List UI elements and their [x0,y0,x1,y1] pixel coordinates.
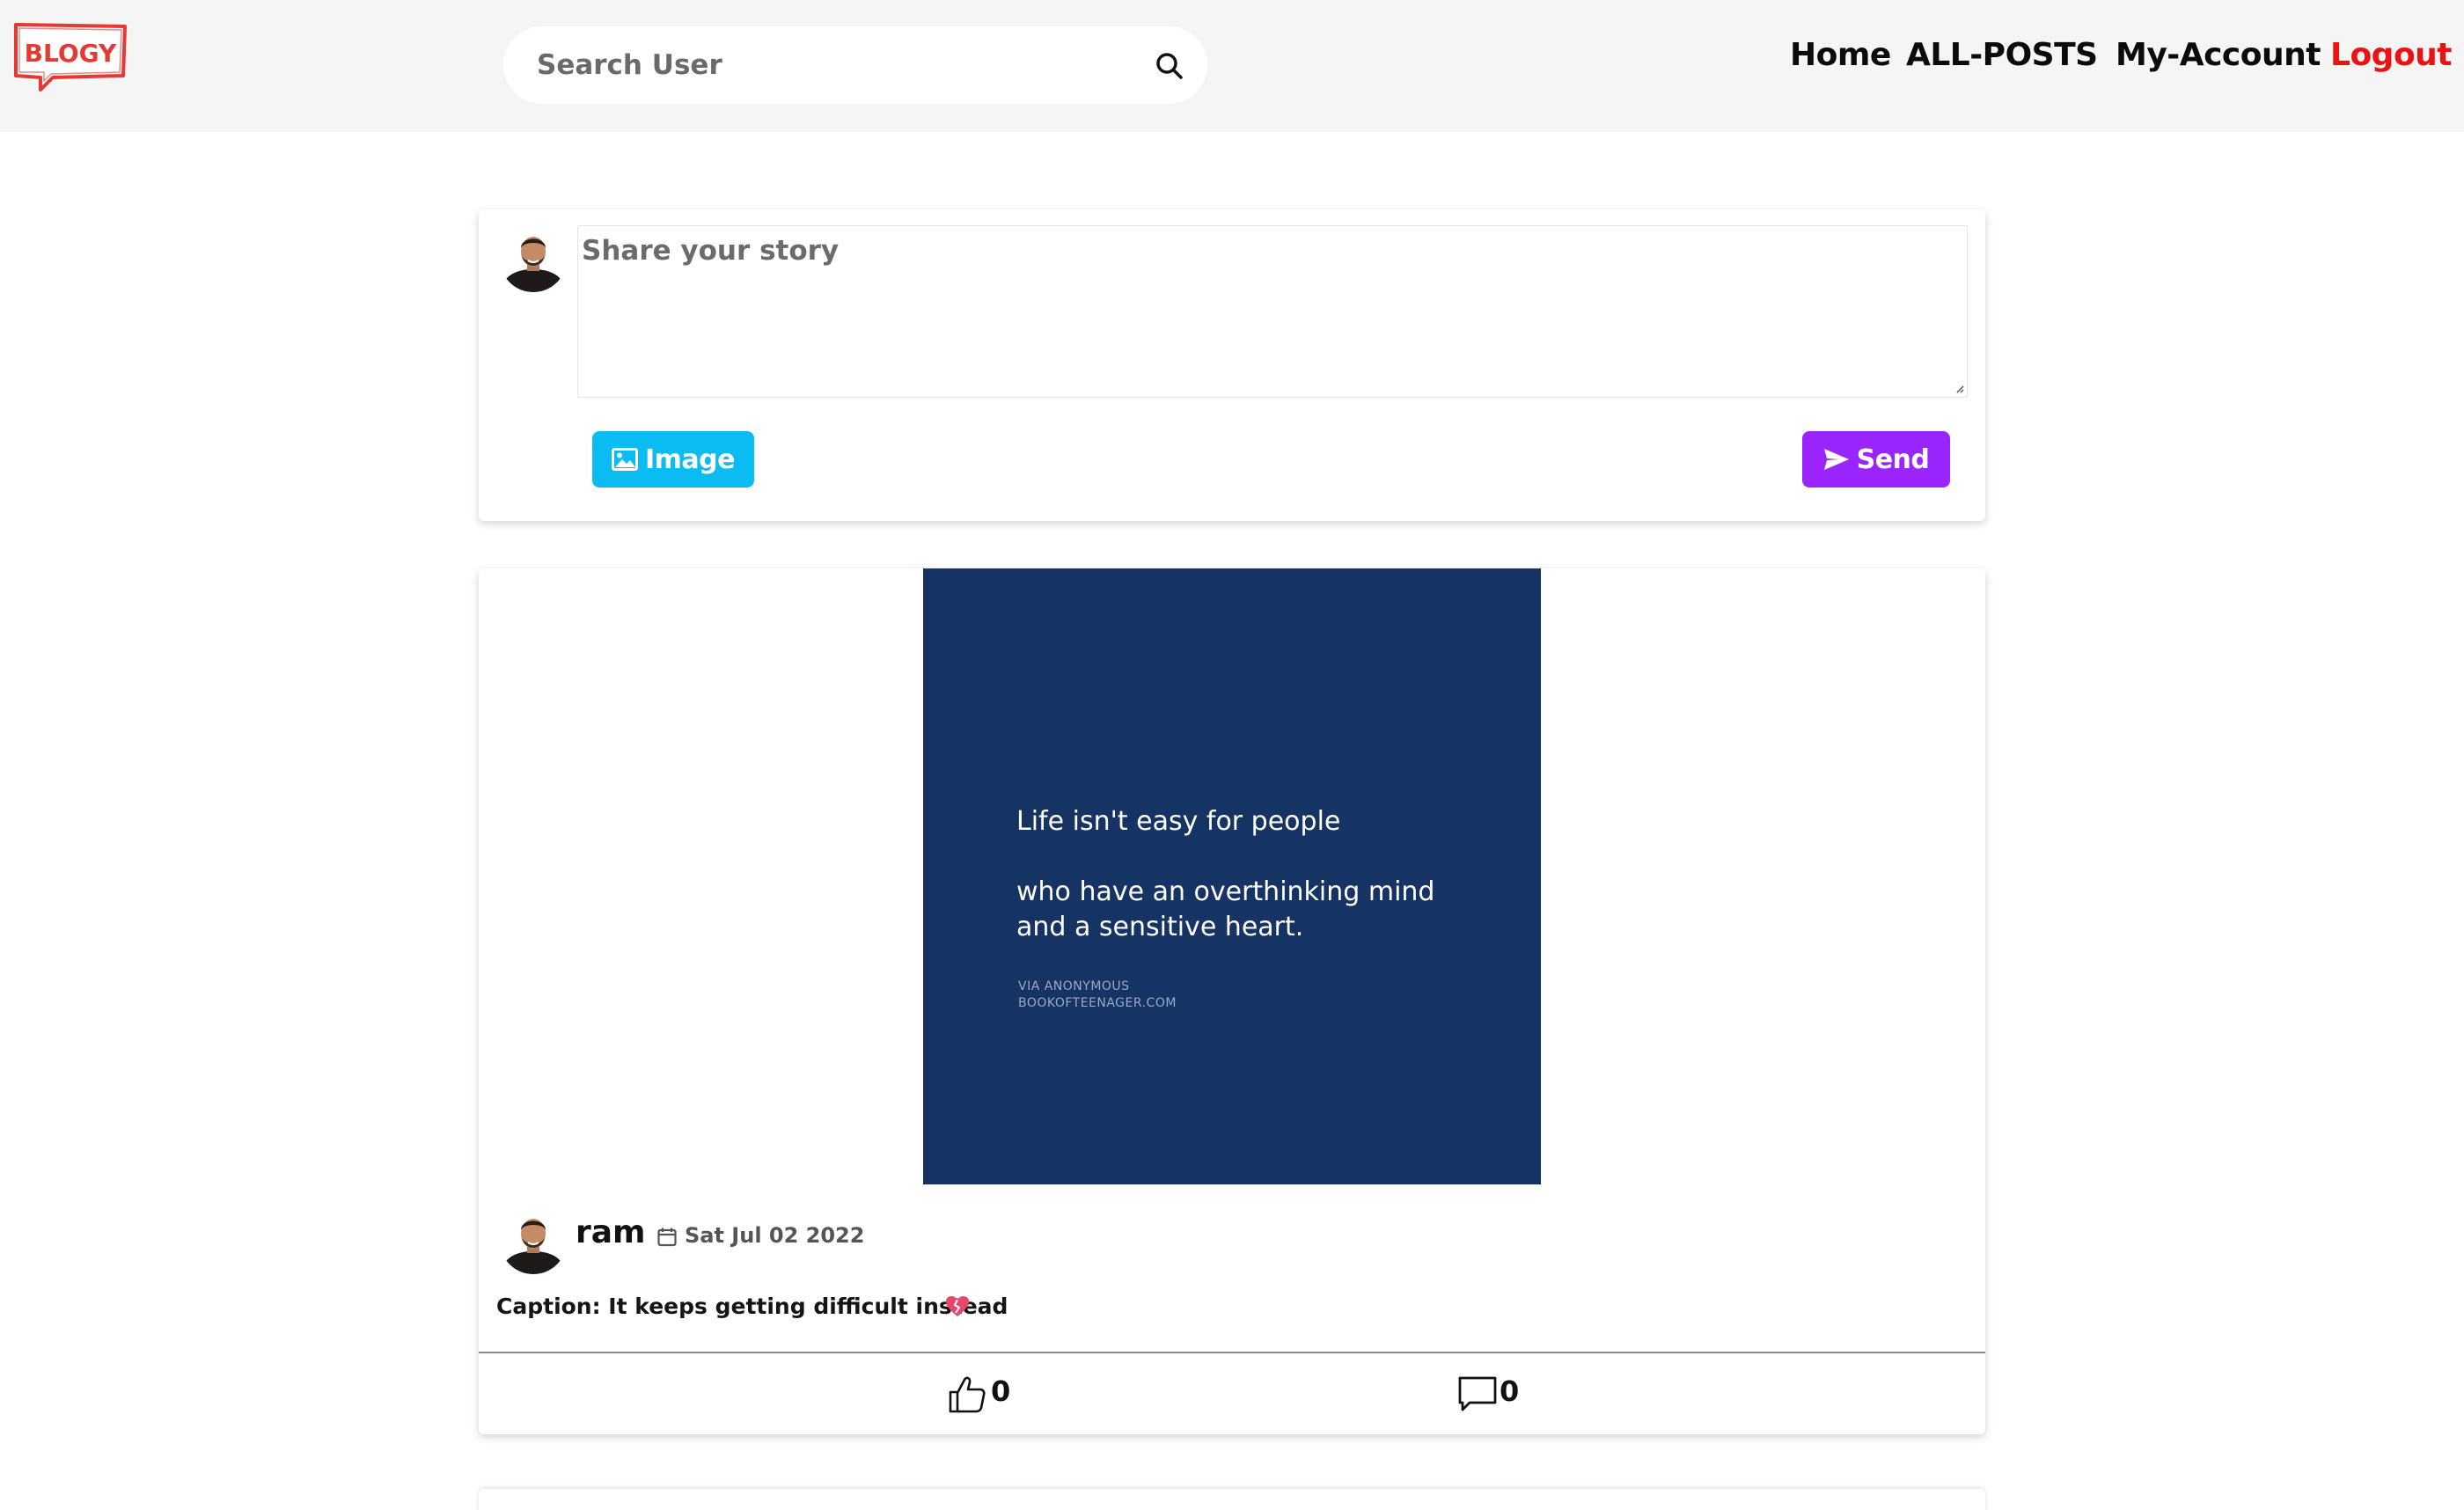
header: BLOGY Home ALL-POSTS My-Account Logout [0,0,2464,132]
image-button-label: Image [645,443,736,475]
next-post-card [479,1489,1985,1510]
logo-text: BLOGY [25,39,117,68]
image-icon [612,448,638,471]
resize-grip-icon[interactable] [1955,385,1964,393]
comment-count: 0 [1500,1374,1520,1408]
composer-card: Image Send [479,209,1985,521]
post-image-credit: BOOKOFTEENAGER.COM [1018,996,1177,1010]
nav-all-posts[interactable]: ALL-POSTS [1906,37,2098,73]
nav-home[interactable]: Home [1790,37,1891,73]
send-icon [1823,449,1849,470]
post-avatar[interactable] [500,1207,567,1274]
search-icon[interactable] [1155,51,1184,81]
like-icon[interactable] [947,1374,987,1415]
search-input[interactable] [537,26,1118,104]
search-bar [503,26,1207,104]
post-divider [479,1352,1985,1353]
send-button[interactable]: Send [1802,431,1950,487]
nav-logout[interactable]: Logout [2330,37,2453,73]
story-textarea[interactable] [577,225,1968,398]
post-image-quote-line: who have an overthinking mind [1016,876,1435,907]
post-image-quote-line: and a sensitive heart. [1016,912,1304,942]
avatar [500,225,567,292]
calendar-icon [657,1228,677,1247]
comment-icon[interactable] [1457,1374,1498,1415]
broken-heart-icon [946,1296,969,1316]
send-button-label: Send [1856,443,1930,475]
logo-icon[interactable]: BLOGY [11,19,130,92]
post-card: Life isn't easy for people who have an o… [479,568,1985,1434]
like-count: 0 [991,1374,1011,1408]
post-image-quote-line: Life isn't easy for people [1016,806,1341,837]
post-username[interactable]: ram [576,1214,646,1250]
post-caption: Caption: It keeps getting difficult inst… [496,1294,1008,1319]
avatar-image [500,225,567,292]
post-image[interactable]: Life isn't easy for people who have an o… [923,568,1541,1184]
post-image-credit: VIA ANONYMOUS [1018,979,1130,993]
post-date: Sat Jul 02 2022 [685,1223,865,1248]
nav-my-account[interactable]: My-Account [2116,37,2321,73]
avatar-image [500,1207,567,1274]
image-upload-button[interactable]: Image [592,431,754,487]
